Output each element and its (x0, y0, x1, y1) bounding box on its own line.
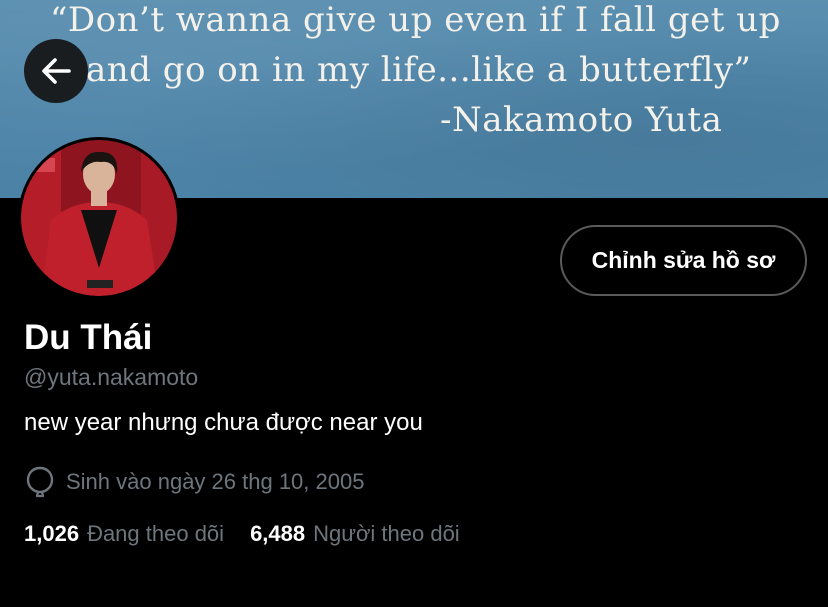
avatar-photo (21, 140, 177, 296)
followers-count: 6,488 (250, 521, 306, 546)
display-name: Du Thái (24, 318, 153, 357)
user-bio: new year nhưng chưa được near you (24, 409, 423, 436)
followers-stat[interactable]: 6,488 Người theo dõi (250, 521, 460, 547)
followers-label: Người theo dõi (313, 521, 460, 546)
banner-quote-line-2: and go on in my life...like a butterfly” (86, 50, 752, 90)
arrow-left-icon (42, 58, 71, 84)
avatar[interactable] (18, 137, 180, 299)
balloon-icon (26, 466, 54, 498)
avatar-illustration (21, 140, 177, 296)
edit-profile-button[interactable]: Chỉnh sửa hồ sơ (560, 225, 807, 296)
following-stat[interactable]: 1,026 Đang theo dõi (24, 521, 224, 547)
following-count: 1,026 (24, 521, 80, 546)
profile-page: “Don’t wanna give up even if I fall get … (0, 0, 828, 607)
birth-date-text: Sinh vào ngày 26 thg 10, 2005 (66, 469, 365, 494)
follow-stats: 1,026 Đang theo dõi 6,488 Người theo dõi (24, 521, 460, 547)
birth-date-row: Sinh vào ngày 26 thg 10, 2005 (24, 465, 364, 499)
banner-quote-line-1: “Don’t wanna give up even if I fall get … (50, 0, 781, 40)
user-handle: @yuta.nakamoto (24, 364, 199, 390)
banner-quote-author: -Nakamoto Yuta (440, 100, 723, 140)
following-label: Đang theo dõi (87, 521, 225, 546)
back-button[interactable] (24, 39, 88, 103)
